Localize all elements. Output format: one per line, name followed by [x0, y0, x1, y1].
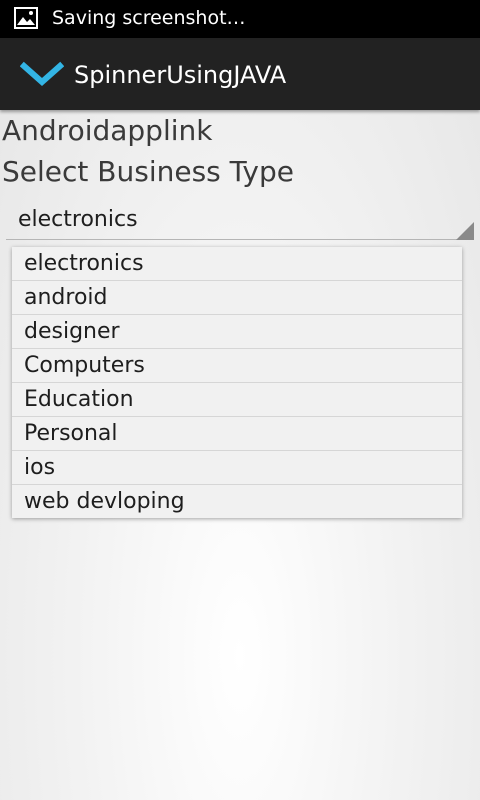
- spinner-dropdown-list: electronics android designer Computers E…: [12, 247, 462, 518]
- status-notification-text: Saving screenshot…: [52, 7, 246, 29]
- dropdown-item-education[interactable]: Education: [12, 383, 462, 417]
- dropdown-item-designer[interactable]: designer: [12, 315, 462, 349]
- action-bar: SpinnerUsingJAVA: [0, 38, 480, 110]
- app-link-text: Androidapplink: [2, 114, 213, 147]
- dropdown-item-computers[interactable]: Computers: [12, 349, 462, 383]
- dropdown-item-android[interactable]: android: [12, 281, 462, 315]
- dropdown-arrow-icon: [456, 222, 474, 240]
- image-icon: [14, 7, 38, 29]
- dropdown-item-web-devloping[interactable]: web devloping: [12, 485, 462, 519]
- dropdown-item-personal[interactable]: Personal: [12, 417, 462, 451]
- chevron-down-icon[interactable]: [20, 60, 64, 88]
- spinner-underline: [6, 239, 474, 240]
- dropdown-item-electronics[interactable]: electronics: [12, 247, 462, 281]
- app-title: SpinnerUsingJAVA: [74, 61, 287, 89]
- status-bar: Saving screenshot…: [0, 0, 480, 38]
- dropdown-item-ios[interactable]: ios: [12, 451, 462, 485]
- spinner-selected-value: electronics: [18, 207, 138, 232]
- select-business-type-label: Select Business Type: [2, 155, 294, 188]
- business-type-spinner[interactable]: electronics: [6, 200, 474, 242]
